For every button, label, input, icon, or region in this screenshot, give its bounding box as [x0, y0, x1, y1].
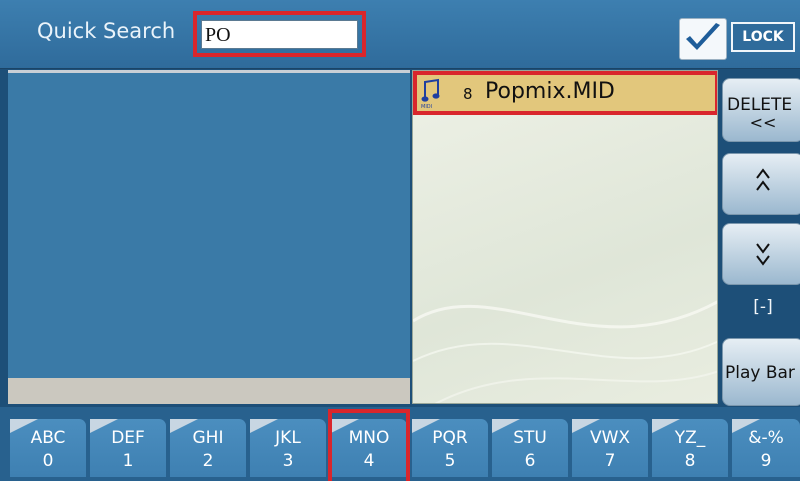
item-counter: [-]: [753, 297, 773, 317]
key-digit: 5: [444, 451, 456, 471]
key-letters: ABC: [30, 428, 66, 448]
double-down-arrow-icon: [756, 243, 770, 266]
scroll-up-button[interactable]: [722, 153, 800, 215]
delete-label: DELETE: [727, 95, 793, 115]
key-letters: JKL: [275, 428, 301, 448]
key-letters: VWX: [589, 428, 631, 448]
key-letters: YZ_: [674, 428, 706, 448]
midi-icon-text: MIDI: [421, 104, 432, 110]
key-highlight-frame: [328, 409, 410, 481]
key-vwx[interactable]: VWX 7: [572, 419, 648, 477]
key-def[interactable]: DEF 1: [90, 419, 166, 477]
key-digit: 8: [684, 451, 696, 471]
delete-back-label: <<: [749, 113, 777, 132]
midi-file-icon: MIDI: [421, 78, 441, 110]
key-digit: 6: [524, 451, 536, 471]
key-jkl[interactable]: JKL 3: [250, 419, 326, 477]
search-input[interactable]: [201, 20, 358, 49]
file-list: MIDI 8 Popmix.MID: [412, 70, 718, 404]
key-stu[interactable]: STU 6: [492, 419, 568, 477]
background-swirl: [413, 300, 717, 403]
lock-checkbox[interactable]: [679, 18, 727, 60]
key-digit: 3: [282, 451, 294, 471]
preview-panel-footer: [8, 378, 410, 404]
key-symbols[interactable]: &-% 9: [732, 419, 800, 477]
key-digit: 0: [42, 451, 54, 471]
file-number: 8: [463, 85, 473, 103]
key-letters: GHI: [192, 428, 224, 448]
scroll-down-button[interactable]: [722, 223, 800, 285]
play-bar-label: Play Bar: [725, 363, 795, 383]
search-highlight-frame: [193, 11, 366, 57]
key-letters: &-%: [748, 428, 784, 448]
key-abc[interactable]: ABC 0: [10, 419, 86, 477]
key-ghi[interactable]: GHI 2: [170, 419, 246, 477]
key-letters: STU: [513, 428, 547, 448]
key-yz[interactable]: YZ_ 8: [652, 419, 728, 477]
delete-button[interactable]: DELETE <<: [722, 78, 800, 142]
quick-search-label: Quick Search: [37, 19, 176, 43]
double-up-arrow-icon: [756, 168, 770, 191]
key-letters: PQR: [432, 428, 468, 448]
key-digit: 9: [760, 451, 772, 471]
checkmark-icon: [686, 23, 720, 50]
key-digit: 1: [122, 451, 134, 471]
file-name: Popmix.MID: [485, 79, 615, 104]
key-letters: DEF: [111, 428, 145, 448]
key-digit: 2: [202, 451, 214, 471]
key-digit: 7: [604, 451, 616, 471]
file-list-item[interactable]: MIDI 8 Popmix.MID: [413, 71, 717, 115]
preview-panel: [8, 70, 410, 381]
lock-button[interactable]: LOCK: [731, 22, 795, 52]
key-pqr[interactable]: PQR 5: [412, 419, 488, 477]
play-bar-button[interactable]: Play Bar: [722, 338, 800, 406]
top-bar: Quick Search LOCK: [0, 0, 800, 69]
